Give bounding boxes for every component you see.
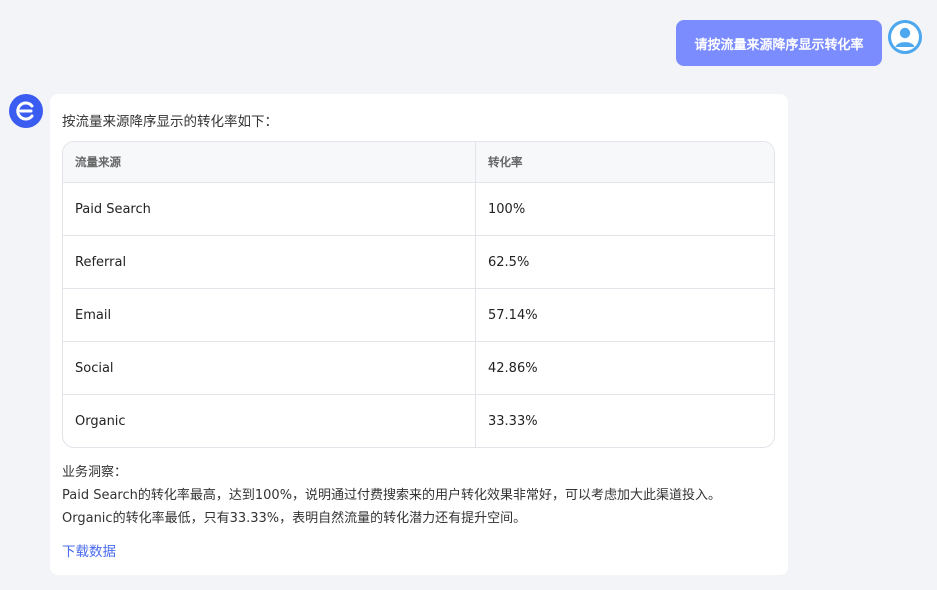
business-insight: 业务洞察： Paid Search的转化率最高，达到100%，说明通过付费搜索来… <box>62 461 721 530</box>
user-message-bubble: 请按流量来源降序显示转化率 <box>676 20 882 66</box>
user-avatar-icon <box>888 20 922 54</box>
insight-title: 业务洞察： <box>62 465 128 480</box>
source-cell: Organic <box>63 395 476 447</box>
table-header-row: 流量来源 转化率 <box>63 142 774 183</box>
source-cell: Social <box>63 342 476 394</box>
table-row: Referral 62.5% <box>63 236 774 289</box>
rate-cell: 57.14% <box>488 307 538 323</box>
table-row: Paid Search 100% <box>63 183 774 236</box>
source-cell: Referral <box>63 236 476 288</box>
insight-line: Organic的转化率最低，只有33.33%，表明自然流量的转化潜力还有提升空间… <box>62 511 527 526</box>
table-row: Email 57.14% <box>63 289 774 342</box>
header-traffic-source: 流量来源 <box>63 142 476 182</box>
source-cell: Paid Search <box>63 183 476 235</box>
assistant-intro-text: 按流量来源降序显示的转化率如下： <box>62 114 278 130</box>
rate-cell: 62.5% <box>488 254 530 270</box>
download-data-link[interactable]: 下载数据 <box>62 540 116 560</box>
rate-cell: 100% <box>488 201 526 217</box>
rate-cell: 33.33% <box>488 414 538 429</box>
source-cell: Email <box>63 289 476 341</box>
conversion-rate-table: 流量来源 转化率 Paid Search 100% Referral 62.5%… <box>62 141 775 448</box>
bot-logo-icon <box>9 94 43 128</box>
table-row: Organic 33.33% <box>63 395 774 447</box>
header-conversion-rate: 转化率 <box>488 155 523 169</box>
insight-line: Paid Search的转化率最高，达到100%，说明通过付费搜索来的用户转化效… <box>62 488 722 503</box>
assistant-message-card: 按流量来源降序显示的转化率如下： 流量来源 转化率 Paid Search 10… <box>50 94 788 575</box>
user-message-text: 请按流量来源降序显示转化率 <box>694 37 864 53</box>
rate-cell: 42.86% <box>488 360 538 376</box>
table-row: Social 42.86% <box>63 342 774 395</box>
